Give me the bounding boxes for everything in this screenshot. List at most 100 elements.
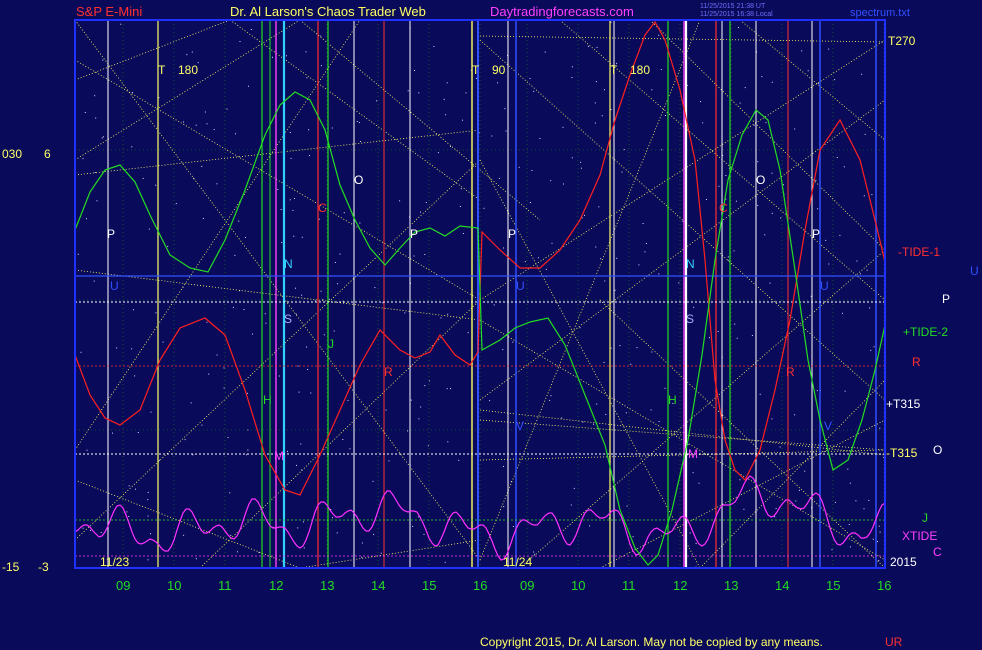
star <box>334 262 336 263</box>
star <box>571 157 573 159</box>
star <box>425 202 427 203</box>
file-label: spectrum.txt <box>850 7 910 19</box>
star <box>638 264 640 266</box>
star <box>467 332 469 334</box>
timing-t-2: T <box>472 63 480 77</box>
star <box>213 129 215 130</box>
star <box>420 211 421 213</box>
star <box>372 480 374 482</box>
star <box>126 511 128 513</box>
star <box>301 236 303 238</box>
star <box>150 533 151 535</box>
star <box>601 115 603 117</box>
star <box>550 180 552 182</box>
star <box>264 313 266 315</box>
copyright-suffix: UR <box>885 635 903 649</box>
date-label-1: 11/23 <box>100 555 129 569</box>
star <box>80 351 82 353</box>
star <box>644 251 646 253</box>
star <box>651 89 653 91</box>
star <box>155 312 157 314</box>
star <box>82 158 84 160</box>
star <box>869 307 871 309</box>
star <box>849 546 851 548</box>
star <box>625 412 627 414</box>
star <box>843 166 845 168</box>
star <box>450 388 451 390</box>
star <box>539 138 541 139</box>
label-j: J <box>922 511 928 525</box>
star <box>872 538 874 540</box>
star <box>795 500 797 502</box>
chaos-chart: S&P E-Mini Dr. Al Larson's Chaos Trader … <box>0 0 982 650</box>
star <box>682 220 684 222</box>
star <box>460 188 462 190</box>
star <box>167 245 169 247</box>
marker-m-2: M <box>688 447 698 461</box>
star <box>462 119 463 121</box>
star <box>603 362 605 363</box>
star <box>147 499 149 501</box>
label-tide1: -TIDE-1 <box>898 245 940 259</box>
star <box>142 177 144 179</box>
star <box>150 411 152 413</box>
star <box>131 146 133 148</box>
star <box>289 199 291 201</box>
star <box>294 198 295 199</box>
star <box>158 459 160 461</box>
star <box>698 482 700 484</box>
marker-p-4: P <box>812 227 820 241</box>
hour-tick-label: 11 <box>218 578 232 593</box>
star <box>524 261 526 263</box>
star <box>761 76 763 78</box>
marker-u-2: U <box>516 279 525 293</box>
star <box>443 98 445 100</box>
star <box>879 531 881 533</box>
star <box>595 81 597 83</box>
star <box>562 126 564 128</box>
label-tide2: +TIDE-2 <box>903 325 948 339</box>
star <box>418 418 420 420</box>
star <box>550 395 552 397</box>
star <box>323 334 325 336</box>
star <box>137 432 139 433</box>
star <box>534 553 536 555</box>
hour-tick-label: 14 <box>775 578 789 593</box>
star <box>361 542 363 544</box>
chart-background <box>0 0 982 650</box>
star <box>771 418 773 420</box>
star <box>636 347 638 349</box>
instrument-label: S&P E-Mini <box>76 4 142 19</box>
star <box>621 171 623 173</box>
star <box>614 289 616 291</box>
star <box>658 273 660 275</box>
label-t315-plus: +T315 <box>886 397 921 411</box>
star <box>579 327 581 329</box>
star <box>689 532 691 534</box>
star <box>757 204 759 206</box>
star <box>306 346 308 348</box>
timestamp-local: 11/25/2015 16:38 Local <box>700 11 773 18</box>
star <box>410 399 412 401</box>
star <box>147 515 149 517</box>
star <box>238 220 240 222</box>
label-c: C <box>933 545 942 559</box>
left-axis-lower-b: -3 <box>38 560 49 574</box>
star <box>834 79 836 81</box>
star <box>727 256 729 258</box>
star <box>404 312 406 314</box>
star <box>868 500 870 501</box>
star <box>734 323 736 325</box>
star <box>361 556 363 558</box>
star <box>817 83 819 84</box>
marker-u-3: U <box>820 279 829 293</box>
star <box>293 235 295 237</box>
star <box>864 133 866 135</box>
star <box>764 234 766 236</box>
star <box>272 56 273 58</box>
star <box>290 157 292 159</box>
star <box>297 527 299 529</box>
star <box>610 109 612 111</box>
star <box>247 392 248 394</box>
star <box>303 547 305 549</box>
